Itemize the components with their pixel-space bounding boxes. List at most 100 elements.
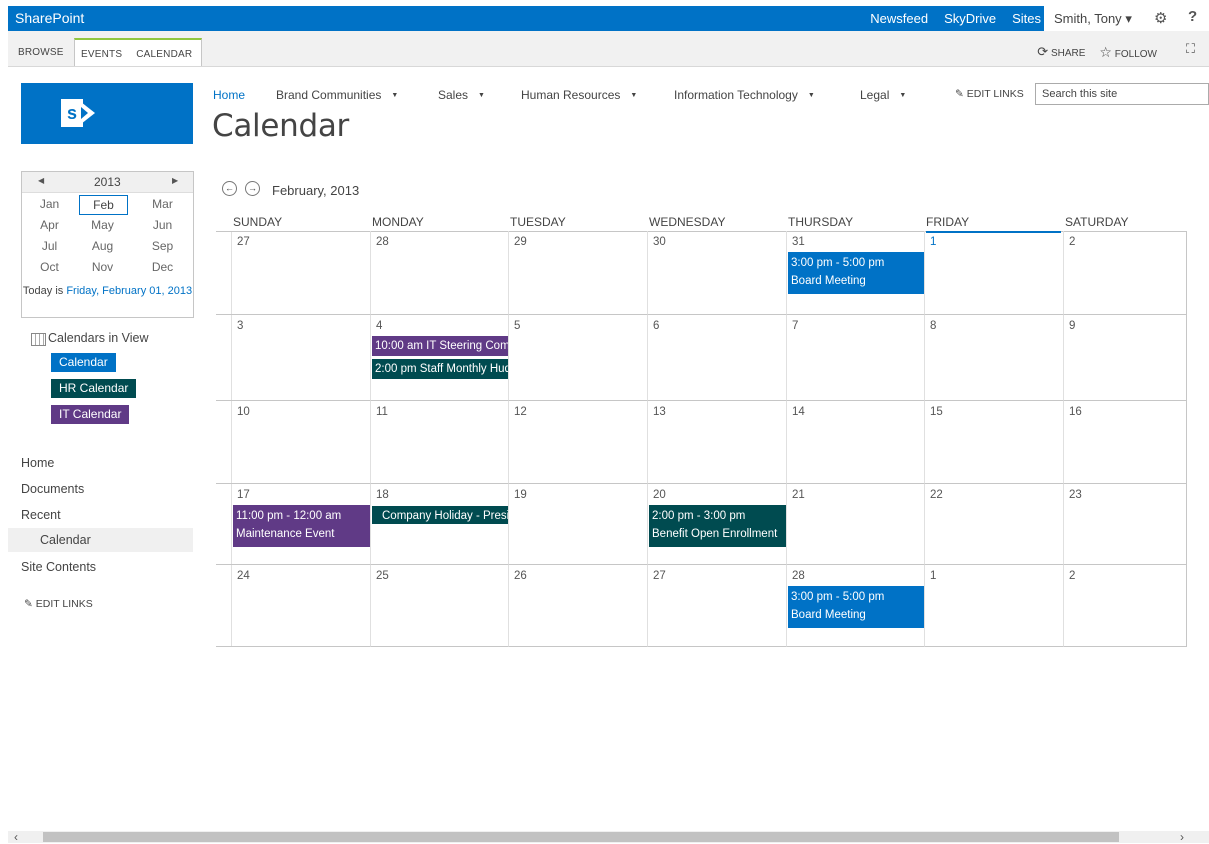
day-cell[interactable]: 26 <box>509 565 648 647</box>
share-button[interactable]: ⟳ SHARE <box>1037 44 1085 61</box>
day-cell[interactable]: 22 <box>925 484 1064 565</box>
month-jan[interactable]: Jan <box>26 195 73 213</box>
month-jul[interactable]: Jul <box>26 237 73 255</box>
month-sep[interactable]: Sep <box>139 237 186 255</box>
month-feb[interactable]: Feb <box>79 195 128 215</box>
quicklaunch-documents[interactable]: Documents <box>21 482 84 496</box>
quicklaunch-selected-bg <box>8 528 193 552</box>
tab-calendar[interactable]: CALENDAR <box>136 49 192 60</box>
edit-links-button[interactable]: ✎ EDIT LINKS <box>955 88 1024 100</box>
day-cell[interactable]: 16 <box>1064 401 1187 484</box>
day-cell[interactable]: 12 <box>509 401 648 484</box>
topnav-brand-communities[interactable]: Brand Communities ▼ <box>276 88 398 102</box>
calendar-event[interactable]: 11:00 pm - 12:00 am Maintenance Event <box>233 505 370 547</box>
day-cell[interactable]: 19 <box>509 484 648 565</box>
tab-events[interactable]: EVENTS <box>81 49 122 60</box>
day-cell[interactable]: 24 <box>232 565 371 647</box>
topnav-information-technology[interactable]: Information Technology ▼ <box>674 88 815 102</box>
calendar-overlay-hr[interactable]: HR Calendar <box>51 379 137 398</box>
quicklaunch-recent[interactable]: Recent <box>21 508 61 522</box>
quicklaunch-home[interactable]: Home <box>21 456 54 470</box>
month-may[interactable]: May <box>79 216 126 234</box>
next-month-icon[interactable]: → <box>245 181 260 196</box>
topnav-legal[interactable]: Legal ▼ <box>860 88 906 102</box>
day-number: 2 <box>1069 570 1076 582</box>
day-cell[interactable]: 8 <box>925 315 1064 401</box>
day-cell[interactable]: 18 <box>371 484 509 565</box>
next-year-icon[interactable]: ▶ <box>172 176 178 185</box>
calendar-event[interactable]: 10:00 am IT Steering Committee <box>372 336 508 356</box>
help-icon[interactable]: ? <box>1188 8 1197 25</box>
brand-label[interactable]: SharePoint <box>15 10 84 26</box>
month-dec[interactable]: Dec <box>139 258 186 276</box>
scroll-left-icon[interactable]: ‹ <box>14 831 18 843</box>
day-cell[interactable]: 21 <box>787 484 925 565</box>
day-cell[interactable]: 15 <box>925 401 1064 484</box>
calendar-event[interactable]: 2:00 pm Staff Monthly Huddle <box>372 359 508 379</box>
day-cell[interactable]: 14 <box>787 401 925 484</box>
day-cell[interactable]: 7 <box>787 315 925 401</box>
month-jun[interactable]: Jun <box>139 216 186 234</box>
day-cell[interactable]: 6 <box>648 315 787 401</box>
user-menu-button[interactable]: Smith, Tony ▾ <box>1054 11 1132 27</box>
quicklaunch-edit-links-button[interactable]: ✎ EDIT LINKS <box>24 598 93 610</box>
site-logo[interactable]: s <box>21 83 193 144</box>
calendar-event[interactable]: 2:00 pm - 3:00 pm Benefit Open Enrollment <box>649 505 786 547</box>
day-cell[interactable]: 1 <box>925 231 1064 315</box>
topnav-sales[interactable]: Sales ▼ <box>438 88 485 102</box>
share-icon: ⟳ <box>1037 44 1049 59</box>
month-oct[interactable]: Oct <box>26 258 73 276</box>
scroll-right-icon[interactable]: › <box>1180 831 1184 843</box>
quicklaunch-calendar[interactable]: Calendar <box>40 533 91 547</box>
gear-icon[interactable]: ⚙ <box>1154 9 1167 27</box>
day-cell[interactable]: 1 <box>925 565 1064 647</box>
day-number: 29 <box>514 236 527 248</box>
suite-links: Newsfeed SkyDrive Sites <box>870 11 1041 26</box>
day-cell[interactable]: 28 <box>371 231 509 315</box>
day-cell[interactable]: 5 <box>509 315 648 401</box>
horizontal-scrollbar[interactable] <box>8 831 1209 843</box>
day-cell[interactable]: 3 <box>232 315 371 401</box>
day-cell[interactable]: 13 <box>648 401 787 484</box>
topnav-home[interactable]: Home <box>213 88 245 102</box>
prev-month-icon[interactable]: ← <box>222 181 237 196</box>
day-cell[interactable]: 29 <box>509 231 648 315</box>
calendar-event[interactable]: 3:00 pm - 5:00 pm Board Meeting <box>788 586 924 628</box>
day-cell[interactable]: 2 <box>1064 231 1187 315</box>
topnav-human-resources[interactable]: Human Resources ▼ <box>521 88 637 102</box>
day-number: 23 <box>1069 489 1082 501</box>
day-cell[interactable]: 27 <box>232 231 371 315</box>
month-apr[interactable]: Apr <box>26 216 73 234</box>
logo-arrow-inner <box>81 107 88 119</box>
calendar-event[interactable]: Company Holiday - Presidents Day <box>372 506 508 524</box>
event-text: 2:00 pm - 3:00 pm <box>652 510 746 522</box>
day-cell[interactable]: 23 <box>1064 484 1187 565</box>
week-separator <box>216 564 232 565</box>
scrollbar-thumb[interactable] <box>43 832 1119 842</box>
day-cell[interactable]: 10 <box>232 401 371 484</box>
quicklaunch-site-contents[interactable]: Site Contents <box>21 560 96 574</box>
calendar-overlay-calendar[interactable]: Calendar <box>51 353 116 372</box>
month-nov[interactable]: Nov <box>79 258 126 276</box>
day-cell[interactable]: 2 <box>1064 565 1187 647</box>
today-link[interactable]: Friday, February 01, 2013 <box>66 285 192 297</box>
suite-link-skydrive[interactable]: SkyDrive <box>944 11 996 26</box>
day-cell[interactable]: 9 <box>1064 315 1187 401</box>
month-mar[interactable]: Mar <box>139 195 186 213</box>
event-text: 11:00 pm - 12:00 am <box>236 510 342 522</box>
focus-on-content-icon[interactable]: ⛶ <box>1186 41 1195 57</box>
day-cell[interactable]: 11 <box>371 401 509 484</box>
follow-button[interactable]: ☆ FOLLOW <box>1099 44 1157 61</box>
prev-year-icon[interactable]: ◀ <box>38 176 44 185</box>
search-input[interactable] <box>1035 83 1209 105</box>
suite-link-newsfeed[interactable]: Newsfeed <box>870 11 928 26</box>
day-cell[interactable]: 4 <box>371 315 509 401</box>
month-aug[interactable]: Aug <box>79 237 126 255</box>
day-cell[interactable]: 27 <box>648 565 787 647</box>
calendar-overlay-it[interactable]: IT Calendar <box>51 405 130 424</box>
day-cell[interactable]: 30 <box>648 231 787 315</box>
day-cell[interactable]: 25 <box>371 565 509 647</box>
suite-link-sites[interactable]: Sites <box>1012 11 1041 26</box>
tab-browse[interactable]: BROWSE <box>18 38 64 64</box>
calendar-event[interactable]: 3:00 pm - 5:00 pm Board Meeting <box>788 252 924 294</box>
